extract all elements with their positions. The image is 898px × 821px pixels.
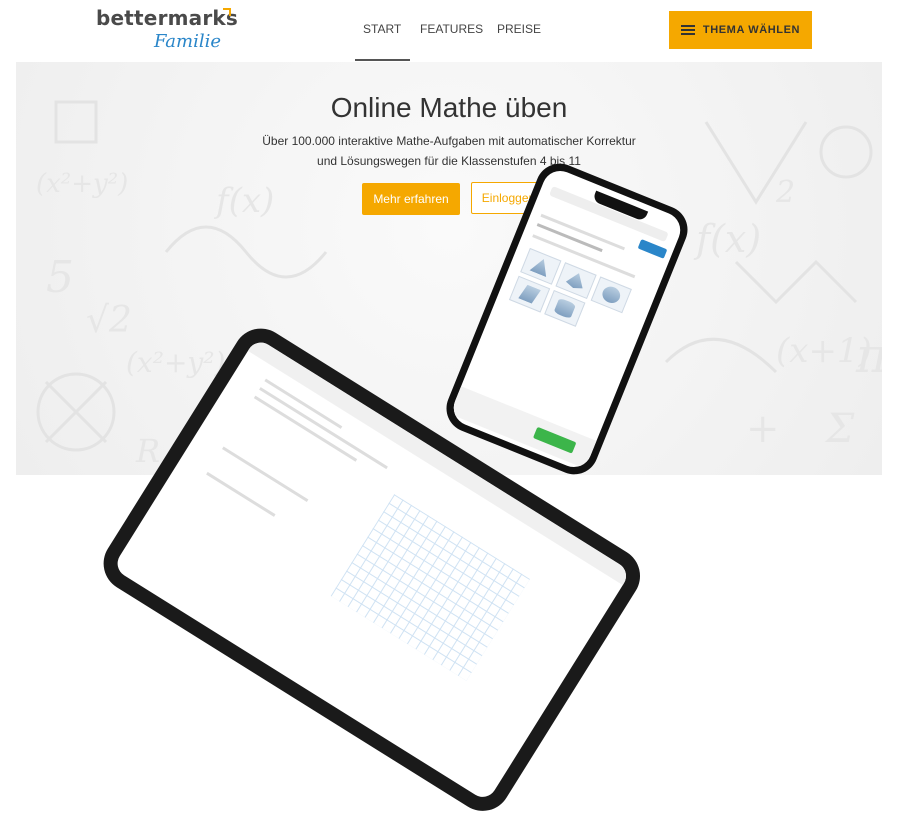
nav-start[interactable]: START: [363, 22, 401, 36]
svg-text:f(x): f(x): [213, 181, 274, 221]
svg-text:(x²+y²): (x²+y²): [126, 346, 225, 379]
hero-title: Online Mathe üben: [330, 92, 568, 123]
bettermarks-logo[interactable]: bettermarks Familie: [96, 6, 239, 52]
sphere-shape-icon: [590, 276, 632, 314]
svg-text:f(x): f(x): [693, 217, 761, 261]
choose-topic-label: THEMA WÄHLEN: [702, 24, 801, 36]
hero-subtitle-line-1: Über 100.000 interaktive Mathe-Aufgaben …: [262, 134, 636, 148]
svg-text:√2: √2: [86, 300, 132, 341]
svg-text:2: 2: [775, 175, 795, 210]
svg-text:Σ: Σ: [824, 406, 855, 452]
logo-mark-icon: [223, 8, 231, 16]
svg-text:R: R: [135, 432, 160, 470]
svg-text:+: +: [746, 406, 780, 452]
svg-text:(x²+y²): (x²+y²): [36, 169, 128, 199]
svg-text:5: 5: [46, 252, 74, 303]
phone-badge: [637, 239, 668, 259]
choose-topic-button[interactable]: THEMA WÄHLEN: [669, 11, 812, 49]
hero-subtitle-line-2: und Lösungswegen für die Klassenstufen 4…: [317, 154, 581, 168]
nav-preise[interactable]: PREISE: [497, 22, 541, 36]
logo-main-text: bettermarks: [96, 6, 239, 30]
hamburger-menu-icon: [680, 25, 695, 35]
logo-sub-text: Familie: [154, 31, 221, 52]
site-header: bettermarks Familie START FEATURES PREIS…: [0, 0, 898, 62]
svg-text:π: π: [855, 328, 882, 384]
nav-active-indicator: [355, 59, 410, 61]
learn-more-button[interactable]: Mehr erfahren: [362, 183, 460, 215]
nav-features[interactable]: FEATURES: [420, 22, 483, 36]
hero-subtitle: Über 100.000 interaktive Mathe-Aufgaben …: [0, 131, 898, 171]
